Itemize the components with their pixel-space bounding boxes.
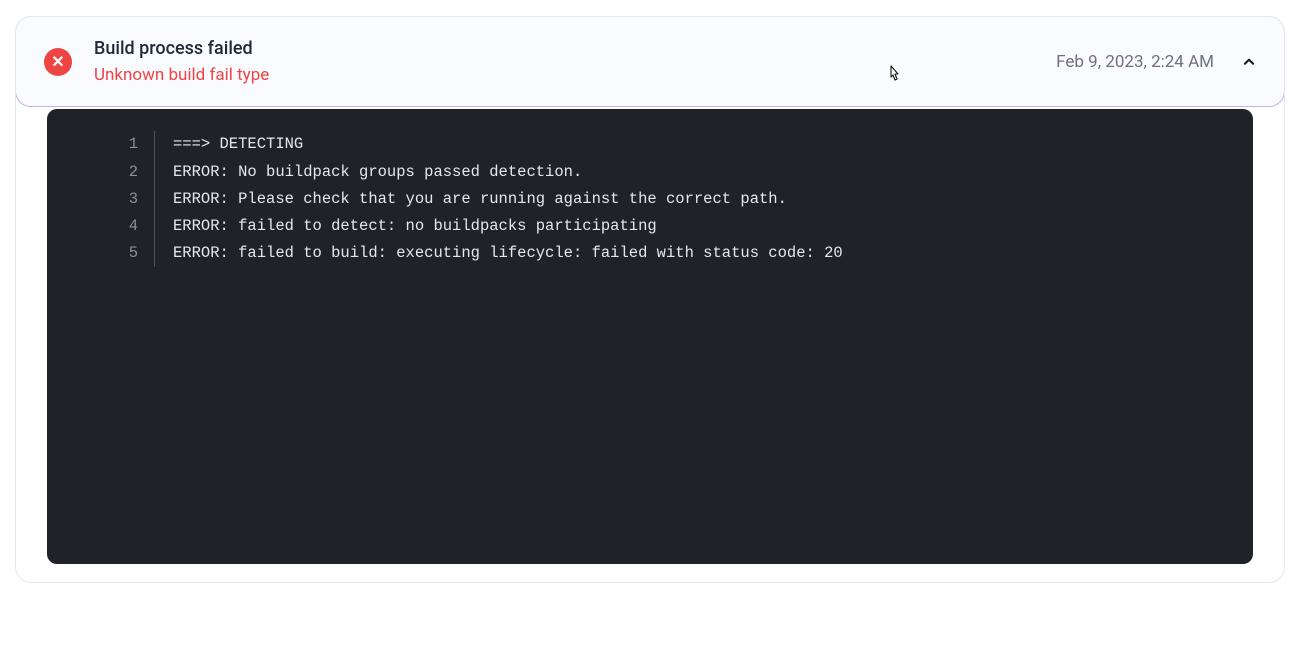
status-header[interactable]: ✕ Build process failed Unknown build fai… bbox=[15, 16, 1285, 107]
status-header-right: Feb 9, 2023, 2:24 AM bbox=[1056, 52, 1256, 72]
line-content: ERROR: No buildpack groups passed detect… bbox=[155, 159, 582, 186]
status-subtitle: Unknown build fail type bbox=[94, 64, 269, 86]
line-content: ERROR: failed to detect: no buildpacks p… bbox=[155, 213, 657, 240]
log-line: 3ERROR: Please check that you are runnin… bbox=[47, 186, 1253, 213]
status-text-block: Build process failed Unknown build fail … bbox=[94, 37, 269, 86]
close-x-glyph: ✕ bbox=[51, 54, 64, 70]
chevron-up-icon[interactable] bbox=[1242, 55, 1256, 69]
error-icon: ✕ bbox=[44, 48, 72, 76]
log-line: 5ERROR: failed to build: executing lifec… bbox=[47, 240, 1253, 267]
log-line: 2ERROR: No buildpack groups passed detec… bbox=[47, 159, 1253, 186]
line-number: 1 bbox=[47, 131, 155, 158]
line-content: ===> DETECTING bbox=[155, 131, 303, 158]
line-content: ERROR: Please check that you are running… bbox=[155, 186, 787, 213]
line-number: 3 bbox=[47, 186, 155, 213]
status-title: Build process failed bbox=[94, 37, 269, 60]
build-log-card: ✕ Build process failed Unknown build fai… bbox=[15, 16, 1285, 583]
log-line: 4ERROR: failed to detect: no buildpacks … bbox=[47, 213, 1253, 240]
line-number: 5 bbox=[47, 240, 155, 267]
line-number: 4 bbox=[47, 213, 155, 240]
line-number: 2 bbox=[47, 159, 155, 186]
log-line: 1===> DETECTING bbox=[47, 131, 1253, 158]
status-header-left: ✕ Build process failed Unknown build fai… bbox=[44, 37, 269, 86]
log-output[interactable]: 1===> DETECTING2ERROR: No buildpack grou… bbox=[47, 109, 1253, 564]
timestamp: Feb 9, 2023, 2:24 AM bbox=[1056, 52, 1214, 72]
line-content: ERROR: failed to build: executing lifecy… bbox=[155, 240, 843, 267]
